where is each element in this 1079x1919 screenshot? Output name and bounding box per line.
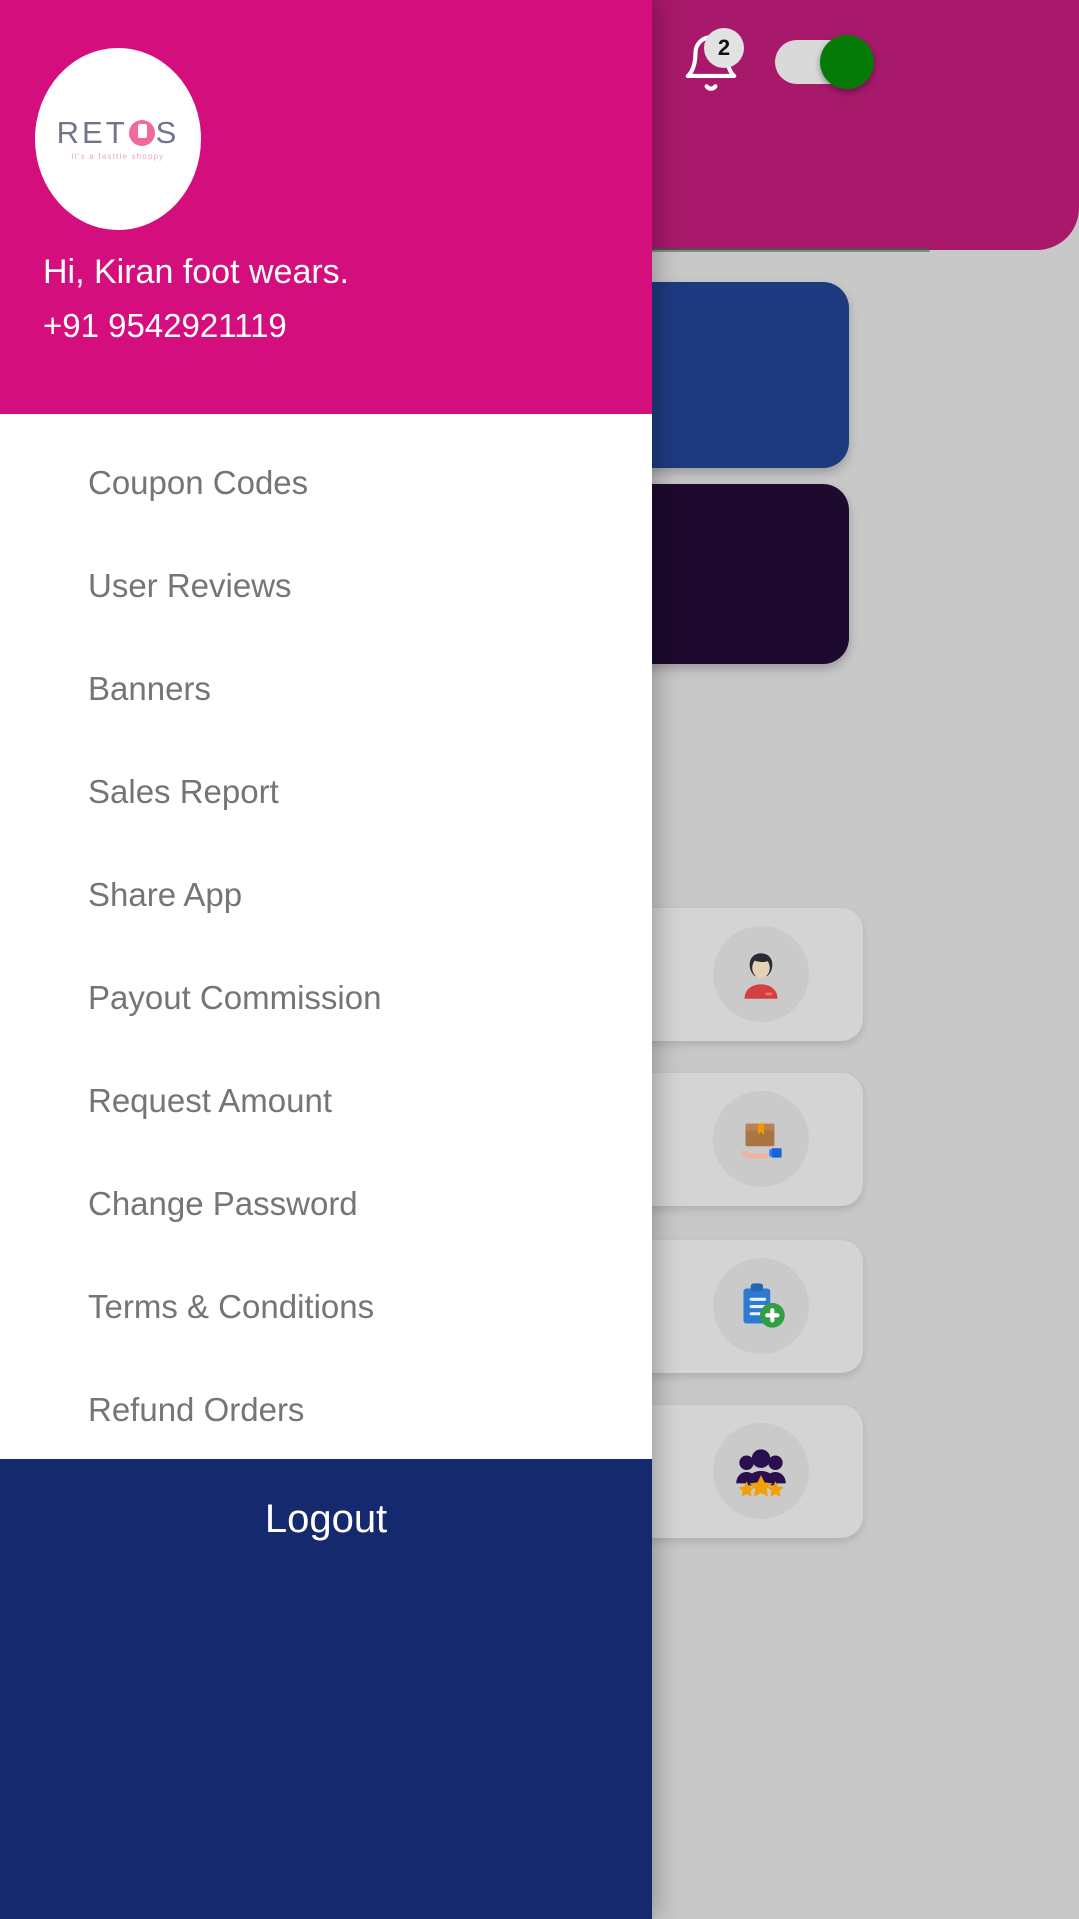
menu-item-user-reviews[interactable]: User Reviews — [88, 569, 292, 602]
app-screen: 2 Categories 6 Discount — [0, 0, 1079, 1919]
store-status-toggle[interactable] — [775, 35, 874, 89]
menu-item-terms-conditions[interactable]: Terms & Conditions — [88, 1290, 374, 1323]
logo-text-left: RET — [56, 115, 128, 150]
menu-item-request-amount[interactable]: Request Amount — [88, 1084, 332, 1117]
menu-item-sales-report[interactable]: Sales Report — [88, 775, 279, 808]
menu-item-refund-orders[interactable]: Refund Orders — [88, 1393, 304, 1426]
menu-item-payout-commission[interactable]: Payout Commission — [88, 981, 381, 1014]
logout-bar-extension — [0, 1579, 652, 1919]
navigation-drawer: RET S it's a fasttle shoppy Hi, Kiran fo… — [0, 0, 652, 1919]
menu-item-coupon-codes[interactable]: Coupon Codes — [88, 466, 308, 499]
notification-badge: 2 — [704, 28, 744, 68]
menu-item-change-password[interactable]: Change Password — [88, 1187, 358, 1220]
logout-label: Logout — [264, 1496, 388, 1541]
logo-tagline: it's a fasttle shoppy — [71, 152, 165, 161]
avatar — [713, 1423, 809, 1519]
notification-bell-button[interactable]: 2 — [680, 28, 744, 94]
logout-button[interactable]: Logout — [0, 1459, 652, 1579]
greeting-text: Hi, Kiran foot wears. — [43, 253, 350, 291]
avatar — [713, 926, 809, 1022]
package-delivery-icon — [741, 1123, 782, 1159]
drawer-header: RET S it's a fasttle shoppy Hi, Kiran fo… — [0, 0, 652, 414]
avatar — [713, 1258, 809, 1354]
menu-item-banners[interactable]: Banners — [88, 672, 211, 705]
person-avatar-icon — [744, 953, 778, 999]
phone-number: +91 9542921119 — [43, 307, 287, 344]
menu-item-share-app[interactable]: Share App — [88, 878, 242, 911]
group-rating-icon — [736, 1449, 786, 1497]
clipboard-add-icon — [743, 1283, 785, 1328]
toggle-knob — [820, 35, 874, 89]
logo-wordmark: RET S — [57, 117, 180, 148]
lipstick-circle-icon — [128, 119, 155, 146]
logo-text-right: S — [155, 115, 180, 150]
avatar — [713, 1091, 809, 1187]
store-logo: RET S it's a fasttle shoppy — [35, 48, 201, 230]
